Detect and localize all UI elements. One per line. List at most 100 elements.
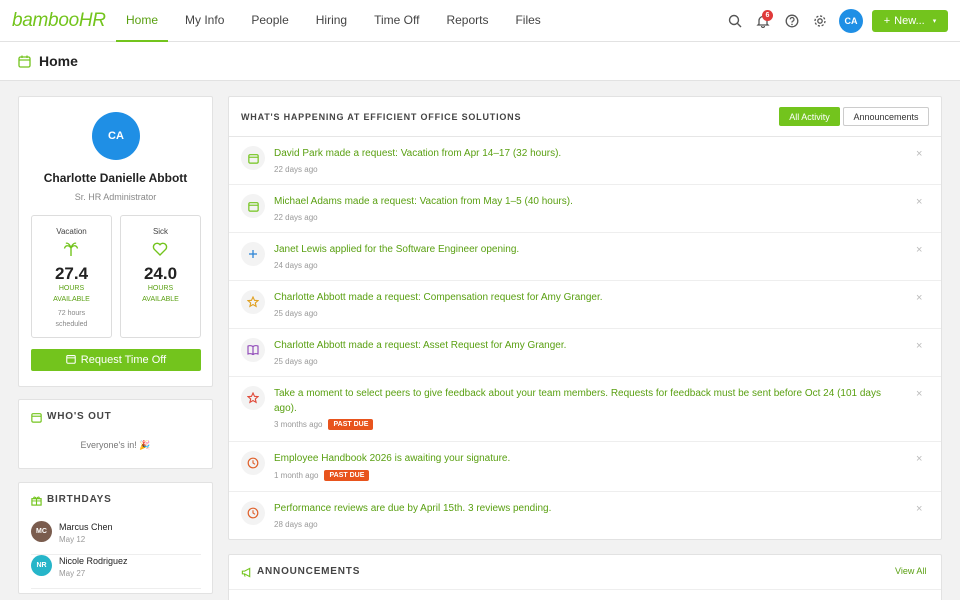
activity-meta: 3 months ago PAST DUE	[274, 419, 374, 430]
notification-badge: 6	[762, 10, 773, 21]
birthday-name: Nicole Rodriguez	[59, 556, 128, 566]
calendar-icon	[241, 146, 265, 170]
profile-card: CA Charlotte Danielle Abbott Sr. HR Admi…	[18, 96, 213, 387]
nav-home[interactable]: Home	[116, 0, 169, 42]
help-icon[interactable]	[783, 12, 801, 30]
activity-text[interactable]: Performance reviews are due by April 15t…	[274, 501, 904, 516]
activity-meta: 22 days ago	[274, 213, 318, 222]
view-all-link[interactable]: View All	[895, 566, 926, 576]
nav-people[interactable]: People	[241, 0, 298, 42]
activity-text[interactable]: David Park made a request: Vacation from…	[274, 146, 904, 161]
dismiss-icon[interactable]: ×	[916, 388, 922, 400]
main-nav: Home My Info People Hiring Time Off Repo…	[116, 0, 558, 42]
past-due-badge: PAST DUE	[324, 470, 370, 481]
calendar-icon	[31, 412, 42, 426]
announcements-title: ANNOUNCEMENTS	[257, 566, 361, 577]
calendar-icon	[66, 354, 76, 367]
activity-time: 28 days ago	[274, 520, 318, 529]
plus-icon: +	[883, 15, 891, 27]
tab-announcements[interactable]: Announcements	[843, 107, 929, 126]
calendar-icon	[241, 194, 265, 218]
profile-avatar[interactable]: CA	[92, 112, 140, 160]
activity-time: 22 days ago	[274, 213, 318, 222]
calendar-icon	[18, 55, 31, 71]
activity-text[interactable]: Charlotte Abbott made a request: Asset R…	[274, 338, 904, 353]
chevron-down-icon: ▾	[932, 18, 937, 25]
activity-time: 24 days ago	[274, 261, 318, 270]
dismiss-icon[interactable]: ×	[916, 196, 922, 208]
tab-all-activity[interactable]: All Activity	[779, 107, 840, 126]
vacation-label: Vacation	[56, 227, 87, 236]
search-icon[interactable]	[726, 12, 744, 30]
sick-balance[interactable]: Sick 24.0 HOURS AVAILABLE	[120, 215, 201, 338]
sick-hours: 24.0	[143, 264, 178, 283]
activity-item: Performance reviews are due by April 15t…	[229, 492, 941, 540]
whos-out-title: WHO'S OUT	[47, 411, 112, 422]
nav-files[interactable]: Files	[505, 0, 550, 42]
announcements-card: ANNOUNCEMENTS View All	[228, 554, 942, 600]
activity-meta: 22 days ago	[274, 165, 318, 174]
activity-item: Charlotte Abbott made a request: Asset R…	[229, 329, 941, 377]
birthday-date: May 12	[59, 535, 86, 544]
request-time-off-label: Request Time Off	[80, 354, 167, 366]
activity-meta: 28 days ago	[274, 520, 318, 529]
divider	[229, 589, 941, 590]
dismiss-icon[interactable]: ×	[916, 292, 922, 304]
dismiss-icon[interactable]: ×	[916, 453, 922, 465]
bamboohr-logo[interactable]: bambooHR	[12, 10, 106, 32]
activity-text[interactable]: Michael Adams made a request: Vacation f…	[274, 194, 904, 209]
nav-time-off[interactable]: Time Off	[364, 0, 429, 42]
birthday-date: May 27	[59, 569, 86, 578]
user-avatar[interactable]: CA	[839, 9, 863, 33]
star-outline-icon	[241, 386, 265, 410]
activity-item: Employee Handbook 2026 is awaiting your …	[229, 442, 941, 492]
dismiss-icon[interactable]: ×	[916, 148, 922, 160]
activity-time: 25 days ago	[274, 309, 318, 318]
activity-header: WHAT'S HAPPENING AT EFFICIENT OFFICE SOL…	[229, 97, 941, 137]
past-due-badge: PAST DUE	[328, 419, 374, 430]
dismiss-icon[interactable]: ×	[916, 244, 922, 256]
star-icon	[241, 290, 265, 314]
dismiss-icon[interactable]: ×	[916, 340, 922, 352]
activity-time: 1 month ago	[274, 471, 319, 480]
nav-hiring[interactable]: Hiring	[306, 0, 357, 42]
activity-time: 25 days ago	[274, 357, 318, 366]
activity-item: David Park made a request: Vacation from…	[229, 137, 941, 185]
clock-icon	[241, 501, 265, 525]
nav-my-info[interactable]: My Info	[175, 0, 234, 42]
gear-icon[interactable]	[811, 12, 829, 30]
nav-reports[interactable]: Reports	[436, 0, 498, 42]
new-button[interactable]: + New... ▾	[872, 10, 948, 32]
activity-text[interactable]: Employee Handbook 2026 is awaiting your …	[274, 451, 904, 466]
whos-out-message: Everyone's in! 🎉	[80, 440, 151, 450]
activity-meta: 1 month ago PAST DUE	[274, 470, 370, 481]
avatar: NR	[31, 555, 52, 576]
activity-meta: 25 days ago	[274, 309, 318, 318]
dismiss-icon[interactable]: ×	[916, 503, 922, 515]
top-navigation-bar: bambooHR Home My Info People Hiring Time…	[0, 0, 960, 42]
request-time-off-button[interactable]: Request Time Off	[31, 349, 201, 371]
birthday-item[interactable]: NR Nicole Rodriguez May 27	[31, 555, 201, 589]
birthday-item[interactable]: MC Marcus Chen May 12	[31, 521, 201, 555]
page-title: Home	[39, 53, 78, 69]
vacation-hours: 27.4	[54, 264, 89, 283]
birthdays-title: BIRTHDAYS	[47, 494, 112, 505]
birthdays-card: BIRTHDAYS MC Marcus Chen May 12 NR Nicol…	[18, 482, 213, 594]
vacation-unit: HOURS AVAILABLE	[53, 285, 90, 303]
activity-time: 3 months ago	[274, 420, 323, 429]
whos-out-card: WHO'S OUT Everyone's in! 🎉	[18, 399, 213, 469]
activity-item: Charlotte Abbott made a request: Compens…	[229, 281, 941, 329]
activity-item: Janet Lewis applied for the Software Eng…	[229, 233, 941, 281]
palm-tree-icon	[63, 241, 79, 260]
activity-text[interactable]: Janet Lewis applied for the Software Eng…	[274, 242, 904, 257]
activity-title: WHAT'S HAPPENING AT EFFICIENT OFFICE SOL…	[241, 112, 522, 122]
birthday-name: Marcus Chen	[59, 522, 113, 532]
profile-role: Sr. HR Administrator	[74, 192, 157, 202]
activity-text[interactable]: Charlotte Abbott made a request: Compens…	[274, 290, 904, 305]
heart-icon	[152, 241, 168, 260]
activity-meta: 24 days ago	[274, 261, 318, 270]
activity-text[interactable]: Take a moment to select peers to give fe…	[274, 386, 904, 416]
vacation-scheduled: 72 hours scheduled	[55, 310, 88, 328]
vacation-balance[interactable]: Vacation 27.4 HOURS AVAILABLE 72 hours sch…	[31, 215, 112, 338]
avatar: MC	[31, 521, 52, 542]
